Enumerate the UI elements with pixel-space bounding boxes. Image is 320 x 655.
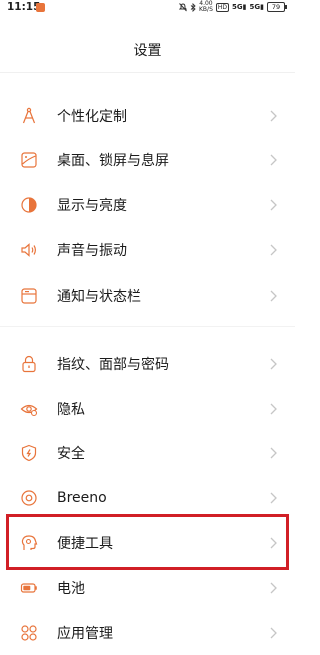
highlight-box: [6, 514, 289, 570]
lock-icon: [19, 354, 39, 374]
settings-item-label: 个性化定制: [57, 109, 127, 125]
settings-item-label: 安全: [57, 446, 85, 462]
signal-2: 5G▮: [249, 3, 264, 11]
settings-item-notifications[interactable]: 通知与状态栏: [0, 274, 295, 318]
hd-badge: HD: [215, 2, 230, 12]
battery-indicator: 79: [267, 2, 287, 12]
breeno-icon: [19, 488, 39, 508]
battery-icon: [19, 578, 39, 598]
wallpaper-icon: [19, 150, 39, 170]
bluetooth-icon: [190, 2, 196, 12]
settings-item-label: 通知与状态栏: [57, 289, 141, 305]
settings-item-label: Breeno: [57, 490, 107, 506]
chevron-right-icon: [267, 242, 279, 258]
chevron-right-icon: [267, 445, 279, 461]
speaker-icon: [19, 240, 39, 260]
page-title: 设置: [133, 43, 162, 59]
signal-1-label: 5G: [232, 3, 243, 11]
settings-item-sound-vibration[interactable]: 声音与振动: [0, 228, 295, 272]
chevron-right-icon: [267, 152, 279, 168]
signal-1: 5G▮: [232, 3, 247, 11]
status-bar: 11:15 4.00 KB/S HD 5G▮ 5G▮ 79: [0, 0, 295, 16]
mute-icon: [179, 2, 187, 12]
chevron-right-icon: [267, 288, 279, 304]
chevron-right-icon: [267, 490, 279, 506]
net-speed: 4.00 KB/S: [199, 1, 213, 13]
settings-item-label: 显示与亮度: [57, 198, 127, 214]
compass-icon: [19, 106, 39, 126]
settings-item-privacy[interactable]: 隐私: [0, 387, 295, 431]
chevron-right-icon: [267, 197, 279, 213]
settings-item-security[interactable]: 安全: [0, 431, 295, 475]
status-icons: 4.00 KB/S HD 5G▮ 5G▮ 79: [179, 1, 287, 13]
chevron-right-icon: [267, 625, 279, 641]
chevron-right-icon: [267, 356, 279, 372]
chevron-right-icon: [267, 108, 279, 124]
settings-item-battery[interactable]: 电池: [0, 566, 295, 610]
header-divider: [0, 72, 295, 73]
settings-item-label: 桌面、锁屏与息屏: [57, 153, 169, 169]
chevron-right-icon: [267, 401, 279, 417]
notification-icon: [19, 286, 39, 306]
shield-icon: [19, 443, 39, 463]
group-divider: [0, 326, 295, 327]
settings-item-label: 指纹、面部与密码: [57, 357, 169, 373]
settings-item-label: 电池: [57, 581, 85, 597]
app-grid-icon: [19, 623, 39, 643]
brightness-icon: [19, 195, 39, 215]
signal-2-label: 5G: [249, 3, 261, 11]
settings-item-label: 声音与振动: [57, 243, 127, 259]
settings-item-personalization[interactable]: 个性化定制: [0, 94, 295, 138]
settings-item-label: 应用管理: [57, 626, 113, 642]
app-notification-icon: [36, 3, 45, 12]
chevron-right-icon: [267, 580, 279, 596]
settings-item-app-management[interactable]: 应用管理: [0, 611, 295, 655]
settings-item-display-brightness[interactable]: 显示与亮度: [0, 183, 295, 227]
privacy-eye-icon: [19, 399, 39, 419]
settings-item-label: 隐私: [57, 402, 85, 418]
settings-item-desktop-lockscreen[interactable]: 桌面、锁屏与息屏: [0, 138, 295, 182]
net-speed-unit: KB/S: [199, 6, 213, 13]
settings-item-fingerprint-face-password[interactable]: 指纹、面部与密码: [0, 342, 295, 386]
